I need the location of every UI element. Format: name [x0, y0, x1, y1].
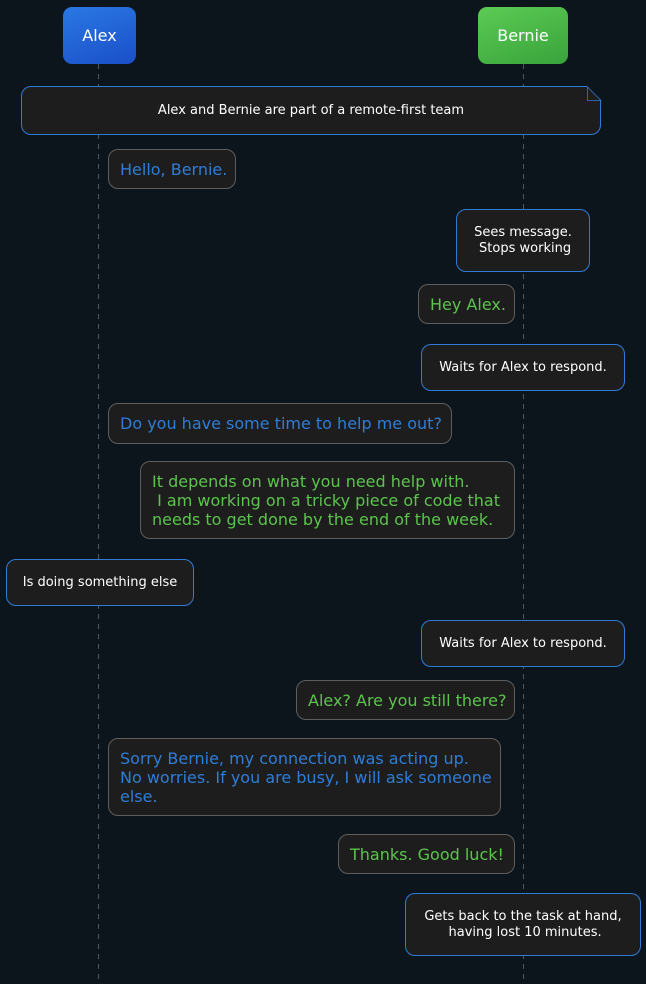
note-alex-busy: Is doing something else — [6, 559, 194, 606]
note-bernie-sees-message: Sees message. Stops working — [456, 209, 590, 272]
message-bernie-hey: Hey Alex. — [418, 284, 515, 324]
participant-alex: Alex — [63, 7, 136, 64]
note-bernie-waits-1: Waits for Alex to respond. — [421, 344, 625, 391]
message-alex-hello: Hello, Bernie. — [108, 149, 236, 189]
note-bernie-back-to-task: Gets back to the task at hand, having lo… — [405, 893, 641, 956]
team-note-text: Alex and Bernie are part of a remote-fir… — [157, 102, 465, 118]
message-bernie-still-there: Alex? Are you still there? — [296, 680, 515, 720]
message-alex-help-request: Do you have some time to help me out? — [108, 403, 452, 444]
message-bernie-depends: It depends on what you need help with. I… — [140, 461, 515, 539]
note-fold-corner — [586, 85, 602, 101]
team-note: Alex and Bernie are part of a remote-fir… — [21, 85, 602, 135]
participant-bernie: Bernie — [478, 7, 568, 64]
message-bernie-thanks: Thanks. Good luck! — [338, 834, 515, 874]
note-bernie-waits-2: Waits for Alex to respond. — [421, 620, 625, 667]
message-alex-sorry: Sorry Bernie, my connection was acting u… — [108, 738, 501, 816]
